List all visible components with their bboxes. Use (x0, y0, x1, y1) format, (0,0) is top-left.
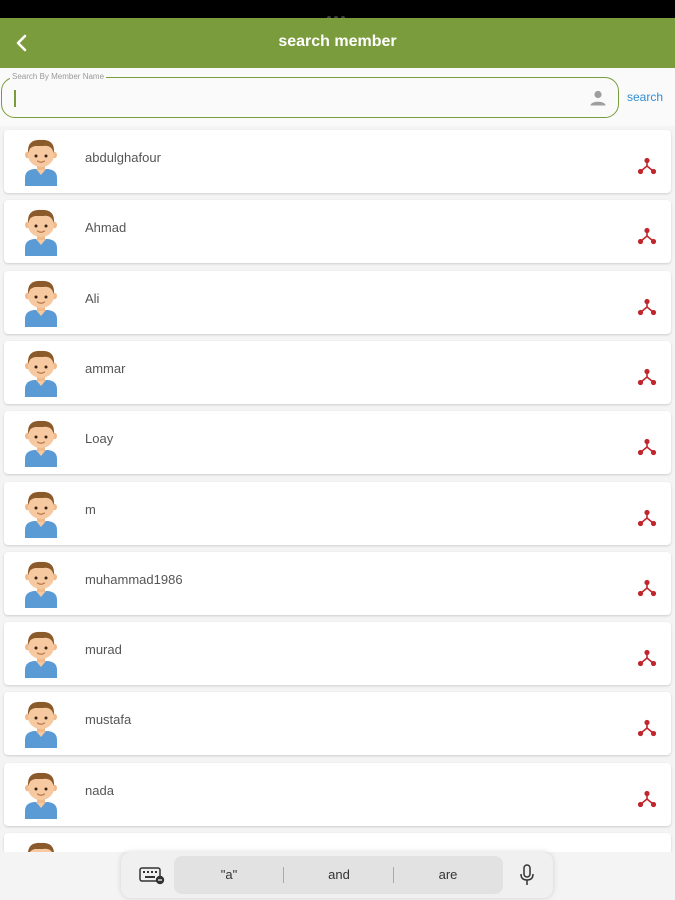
member-row[interactable]: m (4, 482, 671, 545)
member-row[interactable] (4, 833, 671, 852)
family-tree-icon[interactable] (637, 509, 657, 527)
keyboard-suggestion-bar: "a" and are (121, 852, 553, 898)
member-row[interactable]: abdulghafour (4, 130, 671, 193)
avatar (23, 490, 59, 538)
keyboard-icon[interactable] (139, 865, 165, 885)
search-input[interactable] (12, 87, 572, 107)
family-tree-icon[interactable] (637, 719, 657, 737)
suggestion-item[interactable]: are (398, 867, 498, 882)
avatar (23, 771, 59, 819)
avatar (23, 630, 59, 678)
person-icon (590, 90, 606, 106)
member-row[interactable]: ammar (4, 341, 671, 404)
suggestion-divider (283, 867, 284, 883)
family-tree-icon[interactable] (637, 649, 657, 667)
member-name: mustafa (85, 712, 132, 727)
family-tree-icon[interactable] (637, 157, 657, 175)
member-name: abdulghafour (85, 150, 161, 165)
family-tree-icon[interactable] (637, 438, 657, 456)
member-row[interactable]: murad (4, 622, 671, 685)
avatar (23, 419, 59, 467)
member-name: m (85, 502, 96, 517)
family-tree-icon[interactable] (637, 790, 657, 808)
family-tree-icon[interactable] (637, 298, 657, 316)
avatar (23, 560, 59, 608)
avatar (23, 700, 59, 748)
member-name: nada (85, 783, 114, 798)
app-bar: search member (0, 18, 675, 68)
member-name: Loay (85, 431, 114, 446)
member-name: muhammad1986 (85, 572, 183, 587)
multitasking-dots (327, 7, 349, 20)
family-tree-icon[interactable] (637, 579, 657, 597)
family-tree-icon[interactable] (637, 227, 657, 245)
avatar (23, 208, 59, 256)
avatar (23, 349, 59, 397)
avatar (23, 279, 59, 327)
suggestion-item[interactable]: and (289, 867, 389, 882)
member-name: murad (85, 642, 122, 657)
member-row[interactable]: Loay (4, 411, 671, 474)
status-bar (0, 0, 675, 20)
member-list: abdulghafour Ahmad Ali ammar Loay m muha… (0, 126, 675, 852)
search-field[interactable]: Search By Member Name (1, 71, 619, 118)
member-row[interactable]: Ahmad (4, 200, 671, 263)
member-row[interactable]: muhammad1986 (4, 552, 671, 615)
search-button[interactable]: search (627, 90, 663, 104)
suggestion-group: "a" and are (174, 856, 503, 894)
suggestion-item[interactable]: "a" (179, 867, 279, 882)
microphone-icon[interactable] (519, 864, 535, 886)
avatar (23, 841, 59, 852)
suggestion-divider (393, 867, 394, 883)
member-name: ammar (85, 361, 126, 376)
member-name: Ali (85, 291, 100, 306)
family-tree-icon[interactable] (637, 368, 657, 386)
page-title: search member (278, 33, 397, 50)
member-row[interactable]: nada (4, 763, 671, 826)
avatar (23, 138, 59, 186)
search-row: Search By Member Name search (0, 68, 675, 126)
member-row[interactable]: mustafa (4, 692, 671, 755)
text-caret (14, 90, 16, 107)
search-field-label: Search By Member Name (10, 71, 107, 82)
member-name: Ahmad (85, 220, 127, 235)
member-row[interactable]: Ali (4, 271, 671, 334)
